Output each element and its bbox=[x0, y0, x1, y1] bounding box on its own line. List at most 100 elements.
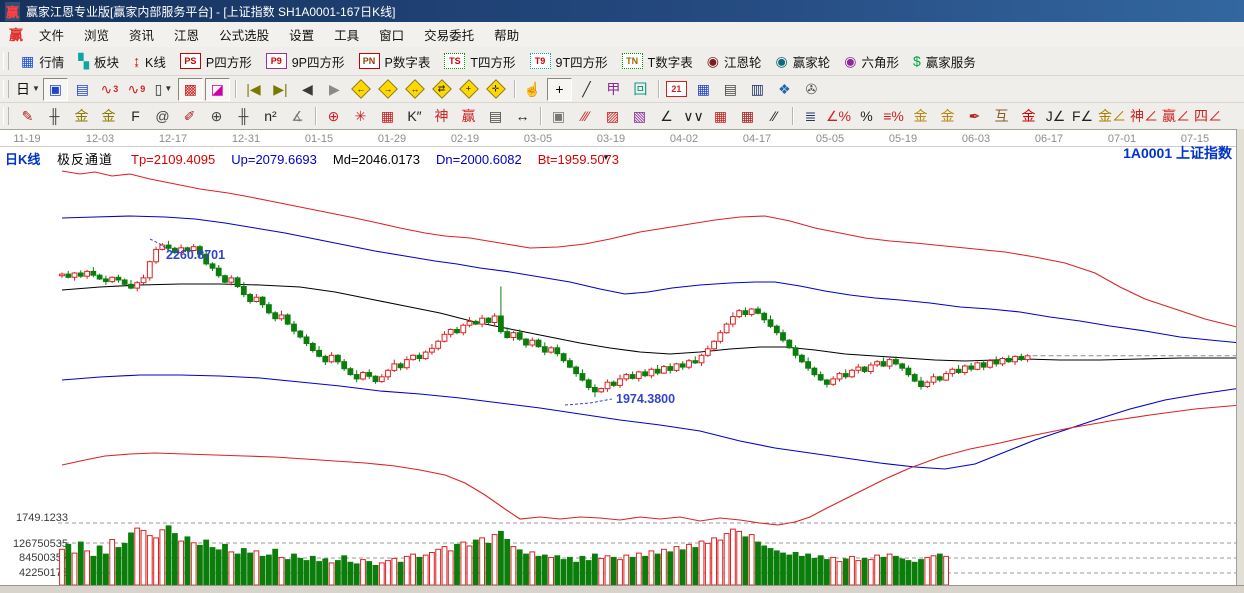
pattern-maze-tool-button[interactable]: 回 bbox=[628, 78, 653, 101]
square-nine-tool-button[interactable]: n² bbox=[258, 105, 283, 128]
candle-style-button[interactable]: ▯ ▼ bbox=[151, 78, 176, 101]
quotes-button[interactable]: ▦ 行情 bbox=[14, 50, 71, 73]
spiral-tool-button[interactable]: @ bbox=[150, 105, 175, 128]
measure-tool-button[interactable]: ↔ bbox=[510, 105, 535, 128]
gold-section-tool-button[interactable]: 金 bbox=[96, 105, 121, 128]
gold-levels-tool-button[interactable]: 金 bbox=[935, 105, 960, 128]
gann-fan-tool-button[interactable]: ⁄⁄⁄ bbox=[573, 105, 598, 128]
wave-9-button[interactable]: ∿ 9 bbox=[124, 78, 149, 101]
gann-wheel-button[interactable]: ◉ 江恩轮 bbox=[700, 50, 769, 73]
menu-file[interactable]: 文件 bbox=[29, 22, 74, 47]
starburst-tool-button[interactable]: ✳ bbox=[348, 105, 373, 128]
red-grid-tool-button[interactable]: ▦ bbox=[708, 105, 733, 128]
menu-news[interactable]: 资讯 bbox=[119, 22, 164, 47]
hexagon-button[interactable]: ◉ 六角形 bbox=[837, 50, 906, 73]
menu-gann[interactable]: 江恩 bbox=[164, 22, 209, 47]
stat-chart-tool-button[interactable]: ≣ bbox=[798, 105, 823, 128]
ink-tool-button[interactable]: ✒ bbox=[962, 105, 987, 128]
percent-drop-tool-button[interactable]: ∠% bbox=[825, 105, 852, 128]
dropdown-caret-icon[interactable]: ▼ bbox=[164, 85, 172, 93]
9t-square-button[interactable]: T9 9T四方形 bbox=[523, 50, 615, 73]
jump-first-button[interactable]: |◀ bbox=[241, 78, 266, 101]
calculator-button[interactable]: ▦ bbox=[691, 78, 716, 101]
menu-trade-order[interactable]: 交易委托 bbox=[414, 22, 484, 47]
sectors-button[interactable]: ▚ 板块 bbox=[71, 50, 126, 73]
mirror-angle-tool-button[interactable]: ∡ bbox=[285, 105, 310, 128]
grid-target-tool-button[interactable]: ▦ bbox=[375, 105, 400, 128]
gann-circle-tool-button[interactable]: ⊕ bbox=[204, 105, 229, 128]
j-angle-tool-button[interactable]: J∠ bbox=[1043, 105, 1068, 128]
trendline-button[interactable]: ╱ bbox=[574, 78, 599, 101]
angles-tool-button[interactable]: ∠ bbox=[654, 105, 679, 128]
gold-angle-tool-button[interactable]: 金∠ bbox=[1097, 105, 1127, 128]
gann-glyph-tool-button[interactable]: 甲 bbox=[601, 78, 626, 101]
indicator-name[interactable]: 极反通道 bbox=[57, 152, 113, 167]
winner-wheel-button[interactable]: ◉ 赢家轮 bbox=[768, 50, 837, 73]
zoom-center-button[interactable]: + bbox=[457, 78, 482, 101]
percent-levels-tool-button[interactable]: ≡% bbox=[881, 105, 906, 128]
toolbar-grip[interactable] bbox=[3, 107, 9, 125]
gold-underline-tool-button[interactable]: 金 bbox=[1016, 105, 1041, 128]
target-tool-button[interactable]: ⊕ bbox=[321, 105, 346, 128]
ying-angle-tool-button[interactable]: 赢∠ bbox=[1161, 105, 1191, 128]
page-left-button[interactable]: ◀ bbox=[295, 78, 320, 101]
report-button[interactable]: ▤ bbox=[718, 78, 743, 101]
four-angle-tool-button[interactable]: 四∠ bbox=[1193, 105, 1223, 128]
info-panel-button[interactable]: ▤ bbox=[70, 78, 95, 101]
jump-last-button[interactable]: ▶| bbox=[268, 78, 293, 101]
frame-tool-button[interactable]: ▣ bbox=[546, 105, 571, 128]
t-square-button[interactable]: TS T四方形 bbox=[437, 50, 522, 73]
expand-horizontal-button[interactable]: ↔ bbox=[403, 78, 428, 101]
mark-tool-button[interactable]: ✐ bbox=[177, 105, 202, 128]
dropdown-caret-icon[interactable]: ▼ bbox=[32, 85, 40, 93]
save-button[interactable]: ▥ bbox=[745, 78, 770, 101]
9p-square-button[interactable]: P9 9P四方形 bbox=[259, 50, 352, 73]
move-all-button[interactable]: ✛ bbox=[484, 78, 509, 101]
toolbar-grip[interactable] bbox=[3, 52, 9, 70]
kline-button[interactable]: ↨ K线 bbox=[126, 50, 173, 73]
shen-tool-button[interactable]: 神 bbox=[429, 105, 454, 128]
shift-right-button[interactable]: → bbox=[376, 78, 401, 101]
menu-window[interactable]: 窗口 bbox=[369, 22, 414, 47]
wave-3-button[interactable]: ∿ 3 bbox=[97, 78, 122, 101]
menu-formula-picker[interactable]: 公式选股 bbox=[209, 22, 279, 47]
percent-tool-button[interactable]: % bbox=[854, 105, 879, 128]
winner-service-button[interactable]: $ 赢家服务 bbox=[906, 50, 983, 73]
t-table-button[interactable]: TN T数字表 bbox=[615, 50, 700, 73]
diag-grid-tool-button[interactable]: ▧ bbox=[627, 105, 652, 128]
period-selector-button[interactable]: 日 ▼ bbox=[15, 78, 41, 101]
grid-tool-button[interactable]: ╫ bbox=[42, 105, 67, 128]
menu-help[interactable]: 帮助 bbox=[484, 22, 529, 47]
p-square-button[interactable]: PS P四方形 bbox=[173, 50, 259, 73]
volume-profile-button[interactable]: ◪ bbox=[204, 77, 230, 101]
page-right-button[interactable]: ▶ bbox=[322, 78, 347, 101]
menu-tools[interactable]: 工具 bbox=[324, 22, 369, 47]
pan-hand-button[interactable]: ☝ bbox=[520, 78, 545, 101]
zigzag-tool-button[interactable]: ∨∨ bbox=[681, 105, 706, 128]
fibonacci-tool-button[interactable]: F bbox=[123, 105, 148, 128]
slant-lines-tool-button[interactable]: ⁄⁄ bbox=[762, 105, 787, 128]
toolbar-grip[interactable] bbox=[3, 80, 9, 98]
time-hash-tool-button[interactable]: ╫ bbox=[231, 105, 256, 128]
print-button[interactable]: ✇ bbox=[799, 78, 824, 101]
ox-tool-button[interactable]: 互 bbox=[989, 105, 1014, 128]
f-angle-tool-button[interactable]: F∠ bbox=[1070, 105, 1095, 128]
k-note-tool-button[interactable]: K″ bbox=[402, 105, 427, 128]
pattern-overlay-button[interactable]: ▩ bbox=[177, 77, 203, 101]
menu-browse[interactable]: 浏览 bbox=[74, 22, 119, 47]
calendar-button[interactable]: 21 bbox=[664, 78, 689, 101]
ruler-tool-button[interactable]: ▤ bbox=[483, 105, 508, 128]
save-web-button[interactable]: ❖ bbox=[772, 78, 797, 101]
shift-left-button[interactable]: ← bbox=[349, 78, 374, 101]
shen-angle-tool-button[interactable]: 神∠ bbox=[1129, 105, 1159, 128]
crosshair-button[interactable]: + bbox=[546, 77, 572, 101]
gold-circle-tool-button[interactable]: 金 bbox=[908, 105, 933, 128]
grid-shift-tool-button[interactable]: ▦ bbox=[735, 105, 760, 128]
menu-settings[interactable]: 设置 bbox=[279, 22, 324, 47]
p-table-button[interactable]: PN P数字表 bbox=[352, 50, 438, 73]
compress-horizontal-button[interactable]: ⇄ bbox=[430, 78, 455, 101]
gold-gann-tool-button[interactable]: 金 bbox=[69, 105, 94, 128]
box-fan-tool-button[interactable]: ▨ bbox=[600, 105, 625, 128]
kline-chart[interactable]: 11-19 12-03 12-17 12-31 01-15 01-29 02-19 03-05… bbox=[0, 129, 1244, 585]
pencil-tool-button[interactable]: ✎ bbox=[15, 105, 40, 128]
